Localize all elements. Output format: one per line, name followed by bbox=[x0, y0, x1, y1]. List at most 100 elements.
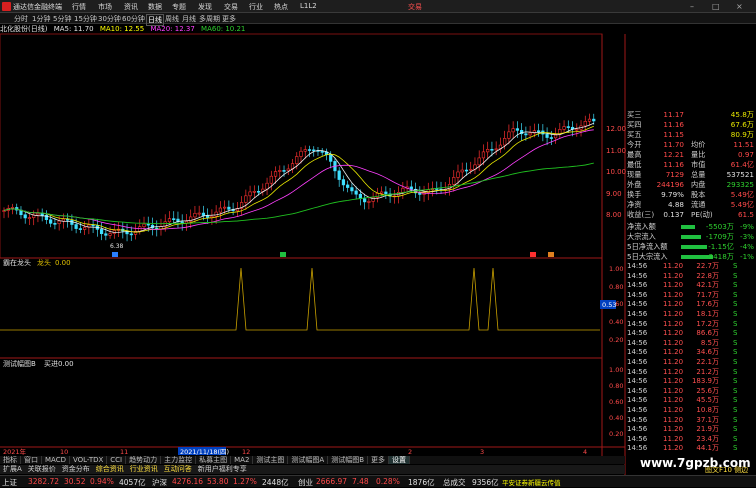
tick-volume: 22.8万 bbox=[696, 271, 719, 280]
extension-tab[interactable]: 关联报价 bbox=[25, 465, 59, 474]
indicator-tab[interactable]: 指标 bbox=[0, 456, 21, 464]
candle-body bbox=[515, 128, 519, 131]
date-axis: 2021年 10 11 2021/11/18(四) 12 2 3 4 bbox=[3, 447, 587, 456]
extension-tabs: 扩展A 关联报价 资金分布 综合资讯 行业资讯 互动问答 新用户福利专享 bbox=[0, 465, 625, 474]
quote-label-2: PE(动) bbox=[691, 210, 713, 219]
tick-price: 11.20 bbox=[663, 271, 684, 280]
indicator-tab[interactable]: 设置 bbox=[389, 456, 411, 464]
indicator-tab[interactable]: 私募主图 bbox=[196, 456, 232, 464]
sz-label[interactable]: 沪深 bbox=[152, 477, 167, 488]
tick-side: S bbox=[733, 281, 738, 290]
tick-row: 14:56 11.20 18.1万 S bbox=[625, 310, 756, 319]
extension-tab[interactable]: 扩展A bbox=[0, 465, 25, 474]
candle-body bbox=[583, 121, 587, 127]
flow-row: 大宗流入 -1709万 -3% bbox=[625, 232, 756, 242]
event-marker-4 bbox=[548, 252, 554, 257]
candle-body bbox=[456, 171, 460, 178]
candle-body bbox=[384, 191, 388, 195]
tick-price: 11.20 bbox=[663, 386, 684, 395]
candle-body bbox=[363, 198, 367, 203]
quote-value: 7129 bbox=[665, 170, 684, 179]
flow-row: 净流入额 -5503万 -9% bbox=[625, 222, 756, 232]
indicator-tab[interactable]: MACD bbox=[42, 456, 70, 464]
tick-side: S bbox=[733, 300, 738, 309]
tick-time: 14:56 bbox=[627, 290, 648, 299]
tick-row: 14:56 11.20 21.2万 S bbox=[625, 368, 756, 377]
flow-bar bbox=[681, 225, 695, 229]
total-amount: 9356亿 bbox=[472, 478, 499, 487]
tick-row: 14:56 11.20 42.1万 S bbox=[625, 281, 756, 290]
date-cursor: 2021/11/18(四) bbox=[180, 448, 229, 456]
indicator-tab[interactable]: 窗口 bbox=[21, 456, 42, 464]
indicator-tab[interactable]: 测试主图 bbox=[253, 456, 289, 464]
tick-price: 11.20 bbox=[663, 415, 684, 424]
candle-body bbox=[536, 130, 541, 132]
extension-tab[interactable]: 综合资讯 bbox=[93, 465, 127, 474]
candle-body bbox=[341, 179, 346, 186]
candle-body bbox=[286, 168, 290, 172]
cy-label[interactable]: 创业 bbox=[298, 477, 313, 488]
tick-list[interactable]: 14:56 11.20 22.7万 S 14:56 11.20 22.8万 S 14:56 11.… bbox=[625, 262, 756, 456]
tick-volume: 25.6万 bbox=[696, 386, 719, 395]
tick-side: S bbox=[733, 415, 738, 424]
flow-label: 大宗流入 bbox=[627, 232, 656, 241]
quote-label: 现量 bbox=[627, 170, 642, 179]
quote-label: 最高 bbox=[627, 150, 642, 159]
extension-tab[interactable]: 行业资讯 bbox=[127, 465, 161, 474]
tick-price: 11.20 bbox=[663, 406, 684, 414]
extension-tab[interactable]: 新用户福利专享 bbox=[195, 465, 250, 474]
extension-tab[interactable]: 互动问答 bbox=[161, 465, 195, 474]
candle-body bbox=[549, 137, 553, 139]
tick-volume: 42.1万 bbox=[696, 281, 719, 290]
tick-volume: 17.2万 bbox=[696, 319, 719, 328]
candle-body bbox=[566, 126, 570, 128]
quote-label-2: 总量 bbox=[691, 170, 706, 179]
ind2-tick-02: 0.20 bbox=[609, 430, 623, 438]
sz-pct: 1.27% bbox=[233, 477, 257, 486]
tick-price: 11.20 bbox=[663, 329, 684, 338]
indicator-tab[interactable]: 测试幅图A bbox=[288, 456, 329, 464]
candle-body bbox=[312, 149, 316, 152]
indicator-tab[interactable]: MA2 bbox=[231, 456, 254, 464]
indicator-tab[interactable]: 主力监控 bbox=[161, 456, 197, 464]
candle-body bbox=[380, 191, 384, 194]
extension-tab[interactable]: 资金分布 bbox=[59, 465, 93, 474]
tick-side: S bbox=[733, 329, 738, 338]
sh-label[interactable]: 上证 bbox=[2, 477, 17, 488]
date-tick-4: 4 bbox=[583, 448, 587, 456]
tick-time: 14:56 bbox=[627, 444, 648, 453]
sh-change: 30.52 bbox=[64, 477, 86, 486]
ind1-tick-02: 0.20 bbox=[609, 336, 623, 344]
tick-price: 11.20 bbox=[663, 358, 684, 366]
flow-pct: -9% bbox=[740, 222, 754, 231]
tick-volume: 23.4万 bbox=[696, 434, 719, 443]
tick-side: S bbox=[733, 406, 738, 414]
flow-row: 5日净流入额 -1.15亿 -4% bbox=[625, 242, 756, 252]
candle-body bbox=[545, 133, 549, 138]
sz-amount: 2448亿 bbox=[262, 478, 289, 487]
tick-side: S bbox=[733, 319, 738, 328]
indicator-tab[interactable]: 趋势动力 bbox=[126, 456, 162, 464]
candle-body bbox=[61, 218, 65, 222]
tick-side: S bbox=[733, 386, 738, 395]
tick-time: 14:56 bbox=[627, 271, 648, 280]
candle-body bbox=[167, 218, 172, 223]
flow-value: -3418万 bbox=[705, 252, 734, 261]
quote-label: 今开 bbox=[627, 140, 642, 149]
candle-body bbox=[83, 227, 87, 230]
candle-body bbox=[49, 219, 53, 224]
flow-bar bbox=[681, 235, 701, 239]
candle-body bbox=[418, 192, 422, 195]
indicator-tab[interactable]: 测试幅图B bbox=[328, 456, 369, 464]
price-tick-9: 9.00 bbox=[606, 190, 622, 198]
indicator-tab[interactable]: VOL-TDX bbox=[70, 456, 108, 464]
tick-time: 14:56 bbox=[627, 377, 648, 386]
tick-side: S bbox=[733, 444, 738, 453]
candle-body bbox=[248, 191, 252, 197]
quote-row: 净资 4.88 流通 5.49亿 bbox=[625, 200, 756, 210]
cy-pct: 0.28% bbox=[376, 477, 400, 486]
indicator-tab[interactable]: 更多 bbox=[368, 456, 390, 464]
quote-value: 11.17 bbox=[663, 110, 684, 119]
date-tick-2021: 2021年 bbox=[3, 447, 27, 456]
indicator-tab[interactable]: CCI bbox=[107, 456, 127, 464]
